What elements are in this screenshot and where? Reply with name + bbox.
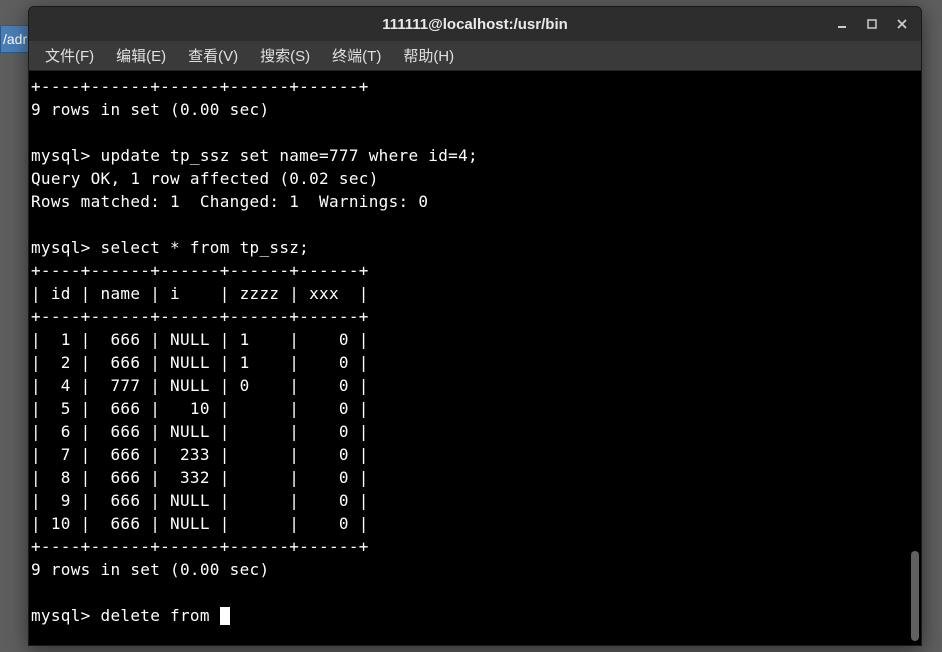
background-window-fragment: /adr: [0, 25, 30, 53]
window-controls: [827, 11, 917, 37]
menu-terminal[interactable]: 终端(T): [322, 41, 391, 70]
maximize-icon: [867, 19, 877, 29]
menu-file[interactable]: 文件(F): [35, 41, 104, 70]
menu-search[interactable]: 搜索(S): [250, 41, 320, 70]
maximize-button[interactable]: [857, 11, 887, 37]
menu-help[interactable]: 帮助(H): [393, 41, 464, 70]
terminal-area[interactable]: +----+------+------+------+------+ 9 row…: [29, 71, 921, 645]
bg-text: /adr: [3, 31, 27, 47]
terminal-output: +----+------+------+------+------+ 9 row…: [31, 77, 478, 579]
terminal-window: 111111@localhost:/usr/bin 文件(F) 编辑(E) 查看…: [28, 6, 922, 646]
window-title: 111111@localhost:/usr/bin: [382, 16, 568, 33]
prompt-line: mysql> delete from: [31, 606, 220, 625]
cursor: [220, 607, 230, 625]
menu-edit[interactable]: 编辑(E): [106, 41, 176, 70]
titlebar[interactable]: 111111@localhost:/usr/bin: [29, 7, 921, 41]
close-icon: [897, 19, 907, 29]
scrollbar[interactable]: [911, 77, 919, 641]
scrollbar-thumb[interactable]: [911, 551, 919, 641]
close-button[interactable]: [887, 11, 917, 37]
menubar: 文件(F) 编辑(E) 查看(V) 搜索(S) 终端(T) 帮助(H): [29, 41, 921, 71]
minimize-icon: [837, 19, 847, 29]
minimize-button[interactable]: [827, 11, 857, 37]
menu-view[interactable]: 查看(V): [178, 41, 248, 70]
